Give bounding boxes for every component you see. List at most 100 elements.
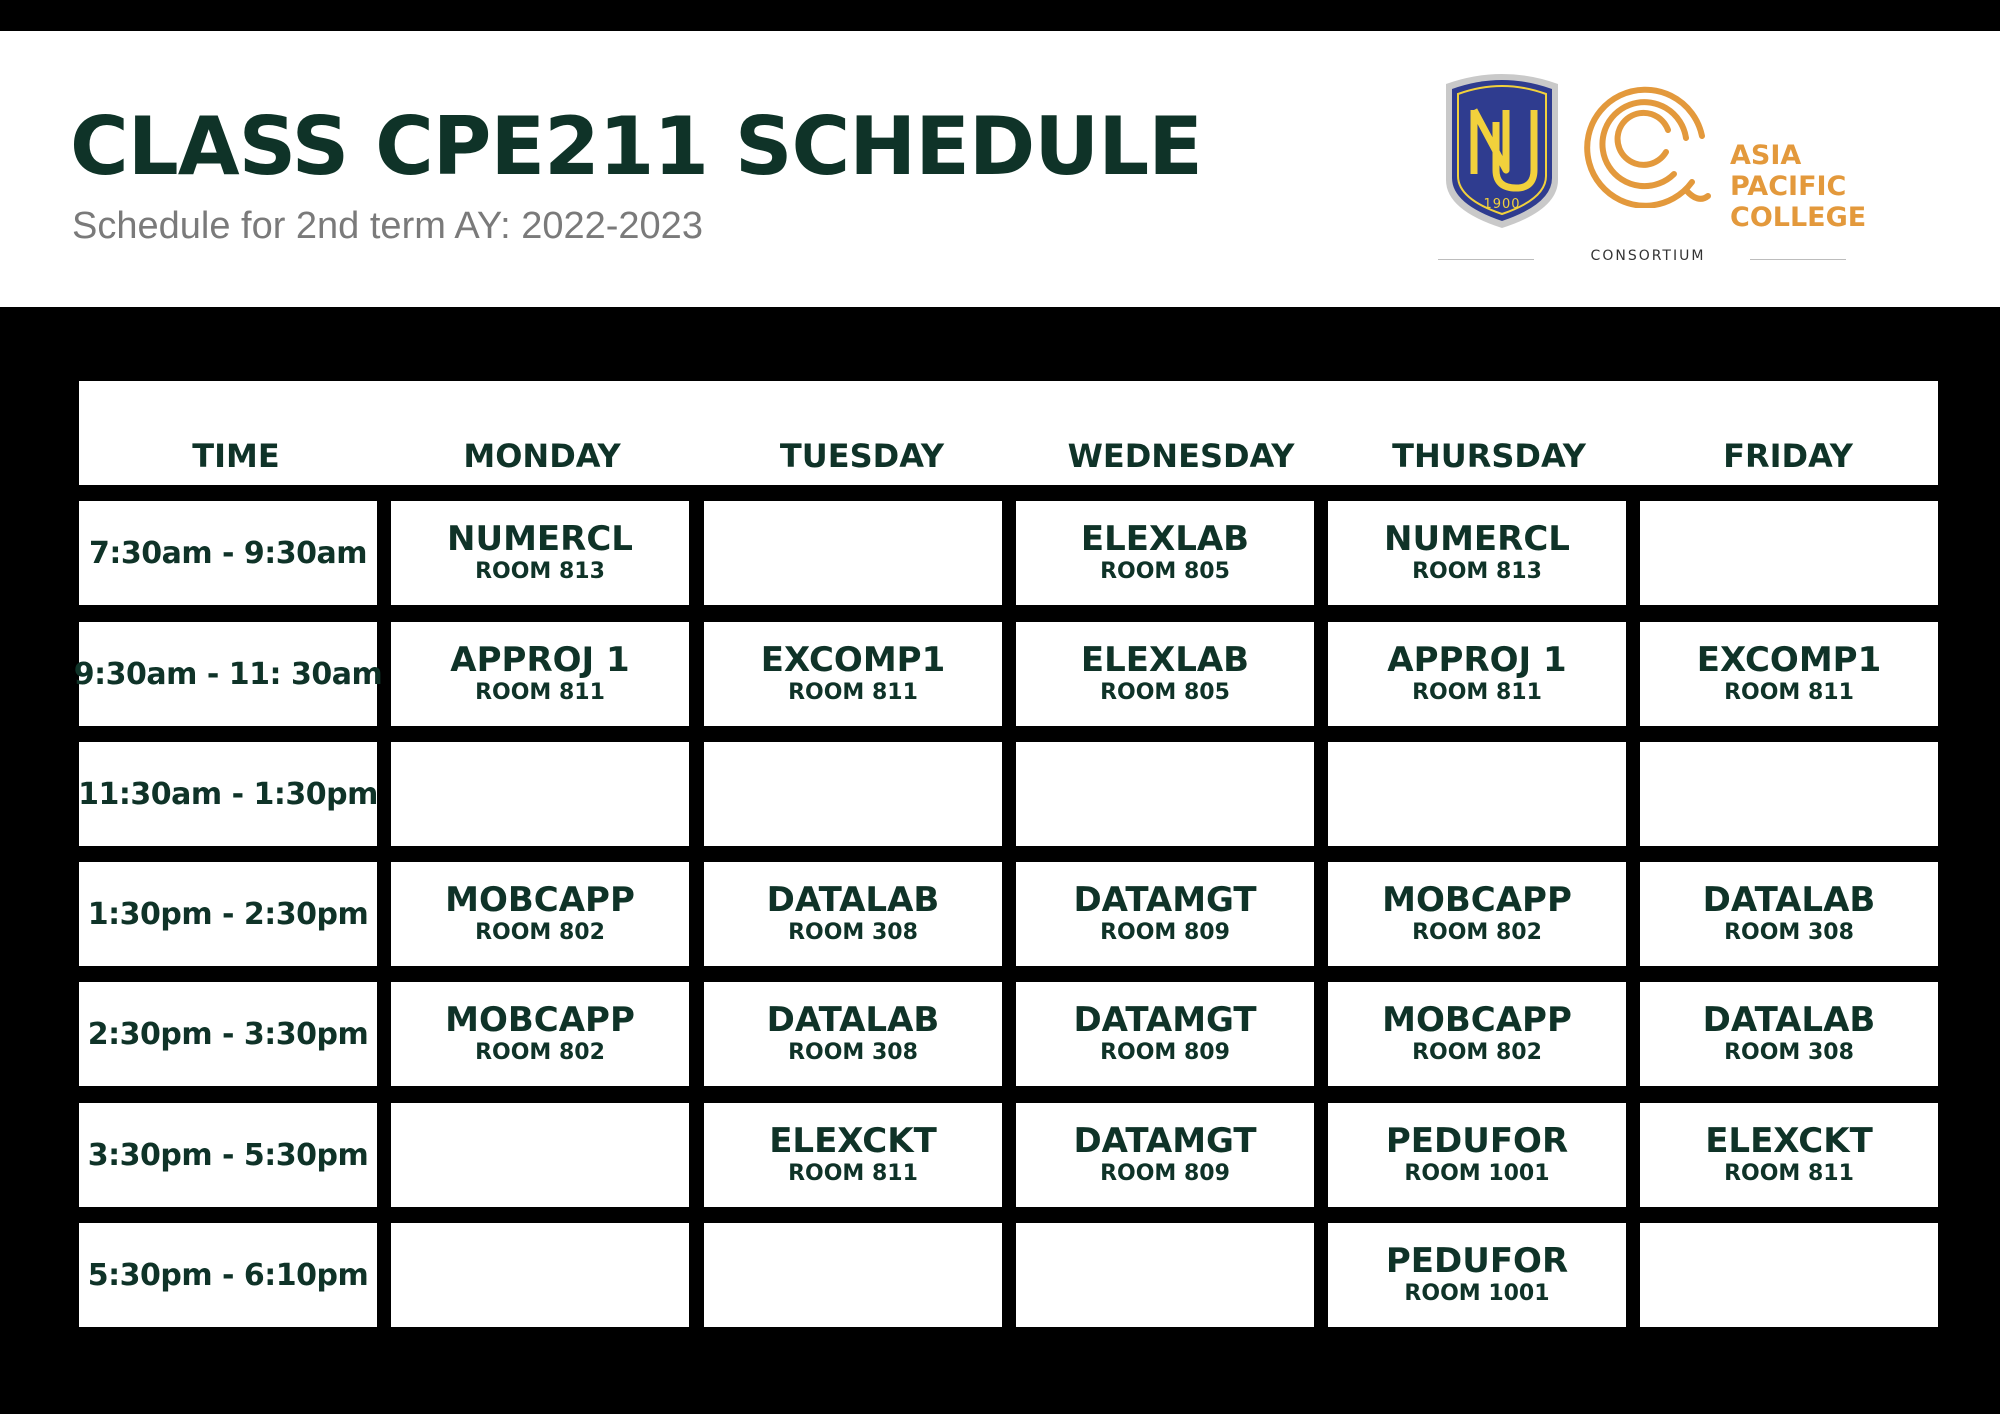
apc-line: PACIFIC bbox=[1730, 171, 1847, 202]
room-label: ROOM 809 bbox=[1100, 920, 1230, 945]
time-slot-label: 9:30am - 11: 30am bbox=[73, 656, 383, 692]
empty-cell bbox=[704, 1223, 1002, 1327]
time-slot-cell: 9:30am - 11: 30am bbox=[74, 622, 383, 726]
room-label: ROOM 809 bbox=[1100, 1161, 1230, 1186]
apc-line: COLLEGE bbox=[1730, 202, 1867, 233]
empty-cell bbox=[1640, 501, 1938, 605]
class-cell: MOBCAPP ROOM 802 bbox=[1328, 982, 1626, 1086]
column-header-time: TIME bbox=[192, 437, 280, 475]
class-cell: DATAMGT ROOM 809 bbox=[1016, 982, 1314, 1086]
time-slot-cell: 11:30am - 1:30pm bbox=[78, 742, 378, 846]
course-code: NUMERCL bbox=[1384, 519, 1570, 559]
room-label: ROOM 802 bbox=[475, 920, 605, 945]
class-cell: DATALAB ROOM 308 bbox=[704, 982, 1002, 1086]
room-label: ROOM 802 bbox=[1412, 920, 1542, 945]
room-label: ROOM 811 bbox=[788, 1161, 918, 1186]
class-cell: DATAMGT ROOM 809 bbox=[1016, 1103, 1314, 1207]
class-cell: PEDUFOR ROOM 1001 bbox=[1328, 1223, 1626, 1327]
class-cell: EXCOMP1 ROOM 811 bbox=[1640, 622, 1938, 726]
apc-line: ASIA bbox=[1730, 140, 1802, 171]
course-code: EXCOMP1 bbox=[760, 640, 946, 680]
room-label: ROOM 1001 bbox=[1404, 1161, 1550, 1186]
time-slot-cell: 1:30pm - 2:30pm bbox=[79, 862, 377, 966]
course-code: DATALAB bbox=[1702, 880, 1876, 920]
course-code: MOBCAPP bbox=[1382, 1000, 1572, 1040]
nu-logo-year: 1900 bbox=[1483, 197, 1520, 212]
time-slot-cell: 7:30am - 9:30am bbox=[79, 501, 377, 605]
empty-cell bbox=[704, 742, 1002, 846]
time-slot-label: 3:30pm - 5:30pm bbox=[87, 1137, 369, 1173]
divider bbox=[1438, 259, 1534, 260]
room-label: ROOM 811 bbox=[475, 680, 605, 705]
course-code: APPROJ 1 bbox=[450, 640, 630, 680]
divider bbox=[1750, 259, 1846, 260]
course-code: DATALAB bbox=[766, 1000, 940, 1040]
time-slot-cell: 2:30pm - 3:30pm bbox=[79, 982, 377, 1086]
time-slot-label: 5:30pm - 6:10pm bbox=[87, 1257, 369, 1293]
consortium-label: CONSORTIUM bbox=[1590, 248, 1706, 264]
time-slot-cell: 5:30pm - 6:10pm bbox=[79, 1223, 377, 1327]
class-cell: ELEXLAB ROOM 805 bbox=[1016, 501, 1314, 605]
room-label: ROOM 809 bbox=[1100, 1040, 1230, 1065]
course-code: DATALAB bbox=[1702, 1000, 1876, 1040]
class-cell: DATALAB ROOM 308 bbox=[1640, 982, 1938, 1086]
course-code: APPROJ 1 bbox=[1387, 640, 1567, 680]
page-title: CLASS CPE211 SCHEDULE bbox=[70, 100, 1203, 193]
course-code: PEDUFOR bbox=[1385, 1241, 1569, 1281]
schedule-header-row: TIME MONDAY TUESDAY WEDNESDAY THURSDAY FRIDAY bbox=[79, 381, 1938, 485]
time-slot-label: 11:30am - 1:30pm bbox=[78, 776, 378, 812]
class-cell: DATALAB ROOM 308 bbox=[1640, 862, 1938, 966]
course-code: ELEXLAB bbox=[1080, 640, 1250, 680]
class-cell: MOBCAPP ROOM 802 bbox=[391, 982, 689, 1086]
class-cell: MOBCAPP ROOM 802 bbox=[1328, 862, 1626, 966]
time-slot-cell: 3:30pm - 5:30pm bbox=[79, 1103, 377, 1207]
empty-cell bbox=[1016, 1223, 1314, 1327]
class-cell: NUMERCL ROOM 813 bbox=[1328, 501, 1626, 605]
empty-cell bbox=[1016, 742, 1314, 846]
empty-cell bbox=[391, 1103, 689, 1207]
course-code: DATAMGT bbox=[1073, 1000, 1257, 1040]
course-code: DATAMGT bbox=[1073, 1121, 1257, 1161]
class-cell: DATAMGT ROOM 809 bbox=[1016, 862, 1314, 966]
column-header-monday: MONDAY bbox=[463, 437, 621, 475]
apc-wordmark: ASIA PACIFIC COLLEGE bbox=[1730, 140, 1867, 233]
nu-shield-logo: 1900 bbox=[1446, 74, 1558, 228]
apc-spiral-logo bbox=[1584, 86, 1711, 208]
empty-cell bbox=[704, 501, 1002, 605]
room-label: ROOM 813 bbox=[475, 559, 605, 584]
room-label: ROOM 802 bbox=[475, 1040, 605, 1065]
room-label: ROOM 811 bbox=[1412, 680, 1542, 705]
course-code: ELEXCKT bbox=[769, 1121, 937, 1161]
room-label: ROOM 805 bbox=[1100, 680, 1230, 705]
column-header-thursday: THURSDAY bbox=[1392, 437, 1586, 475]
room-label: ROOM 802 bbox=[1412, 1040, 1542, 1065]
room-label: ROOM 811 bbox=[1724, 1161, 1854, 1186]
course-code: ELEXLAB bbox=[1080, 519, 1250, 559]
class-cell: ELEXCKT ROOM 811 bbox=[704, 1103, 1002, 1207]
time-slot-label: 1:30pm - 2:30pm bbox=[87, 896, 369, 932]
class-cell: MOBCAPP ROOM 802 bbox=[391, 862, 689, 966]
empty-cell bbox=[1328, 742, 1626, 846]
course-code: EXCOMP1 bbox=[1696, 640, 1882, 680]
course-code: MOBCAPP bbox=[445, 880, 635, 920]
room-label: ROOM 813 bbox=[1412, 559, 1542, 584]
class-cell: DATALAB ROOM 308 bbox=[704, 862, 1002, 966]
class-cell: ELEXLAB ROOM 805 bbox=[1016, 622, 1314, 726]
class-cell: NUMERCL ROOM 813 bbox=[391, 501, 689, 605]
course-code: MOBCAPP bbox=[1382, 880, 1572, 920]
room-label: ROOM 1001 bbox=[1404, 1281, 1550, 1306]
empty-cell bbox=[1640, 742, 1938, 846]
room-label: ROOM 308 bbox=[1724, 1040, 1854, 1065]
room-label: ROOM 308 bbox=[788, 1040, 918, 1065]
class-cell: PEDUFOR ROOM 1001 bbox=[1328, 1103, 1626, 1207]
class-cell: EXCOMP1 ROOM 811 bbox=[704, 622, 1002, 726]
column-header-tuesday: TUESDAY bbox=[779, 437, 945, 475]
class-cell: APPROJ 1 ROOM 811 bbox=[391, 622, 689, 726]
time-slot-label: 2:30pm - 3:30pm bbox=[87, 1016, 369, 1052]
course-code: DATALAB bbox=[766, 880, 940, 920]
room-label: ROOM 811 bbox=[1724, 680, 1854, 705]
empty-cell bbox=[391, 742, 689, 846]
course-code: DATAMGT bbox=[1073, 880, 1257, 920]
class-cell: ELEXCKT ROOM 811 bbox=[1640, 1103, 1938, 1207]
course-code: ELEXCKT bbox=[1705, 1121, 1873, 1161]
